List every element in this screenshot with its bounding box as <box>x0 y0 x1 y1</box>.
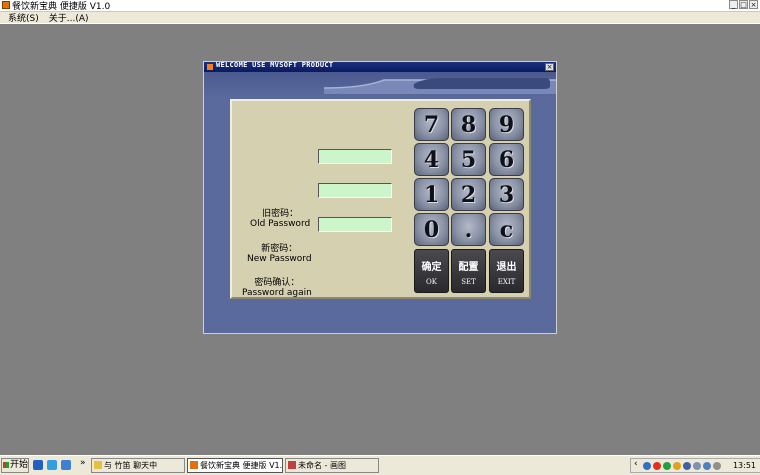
key-6[interactable]: 6 <box>489 143 524 176</box>
key-8-label: 8 <box>460 111 477 138</box>
window-controls: _ □ × <box>729 0 758 9</box>
exit-button[interactable]: 退出 EXIT <box>489 249 524 293</box>
dialog-app-icon <box>207 64 213 70</box>
key-8[interactable]: 8 <box>451 108 486 141</box>
set-button-label-zh: 配置 <box>458 262 479 273</box>
dialog-title: WELCOME USE MVSOFT PRODUCT <box>216 61 334 69</box>
ok-button[interactable]: 确定 OK <box>414 249 449 293</box>
ok-button-label-en: OK <box>426 278 437 286</box>
system-tray: ‹ 13:51 <box>630 458 760 473</box>
tray-expand-chevron[interactable]: ‹ <box>634 459 638 469</box>
dialog-title-bar[interactable]: WELCOME USE MVSOFT PRODUCT × <box>204 61 556 72</box>
paint-window-icon <box>288 461 296 469</box>
key-dot-label: . <box>464 216 473 243</box>
maximize-button[interactable]: □ <box>739 0 748 9</box>
app-icon <box>2 1 10 9</box>
password-dialog: WELCOME USE MVSOFT PRODUCT × 旧密码： Old Pa… <box>203 61 557 334</box>
key-7[interactable]: 7 <box>414 108 449 141</box>
key-5-label: 5 <box>460 146 477 173</box>
password-again-label-zh: 密码确认： <box>254 278 300 288</box>
set-button[interactable]: 配置 SET <box>451 249 486 293</box>
app-window-icon <box>190 461 198 469</box>
menu-bar: 系统(S) 关于...(A) <box>0 12 760 24</box>
messenger-icon[interactable] <box>47 460 57 470</box>
task-chat-label: 与 竹笛 聊天中 <box>104 461 158 470</box>
menu-system[interactable]: 系统(S) <box>8 11 39 24</box>
key-3[interactable]: 3 <box>489 178 524 211</box>
qq-icon[interactable] <box>663 462 671 470</box>
new-password-label-zh: 新密码： <box>261 244 298 254</box>
key-1[interactable]: 1 <box>414 178 449 211</box>
start-button[interactable]: 开始 <box>1 458 29 473</box>
exit-button-label-zh: 退出 <box>496 262 517 273</box>
key-4[interactable]: 4 <box>414 143 449 176</box>
key-6-label: 6 <box>498 146 515 173</box>
password-again-label-en: Password again <box>242 288 312 298</box>
key-2[interactable]: 2 <box>451 178 486 211</box>
new-password-label: 新密码： New Password <box>247 244 312 264</box>
usb-icon[interactable] <box>713 462 721 470</box>
key-clear[interactable]: c <box>489 213 524 246</box>
antivirus-icon[interactable] <box>653 462 661 470</box>
quick-launch-chevron[interactable]: » <box>80 458 86 468</box>
old-password-label-en: Old Password <box>250 219 311 229</box>
app-title-bar[interactable]: 餐饮新宝典 便捷版 V1.0 _ □ × <box>0 0 760 12</box>
key-0-label: 0 <box>423 216 440 243</box>
task-paint[interactable]: 未命名 - 画图 <box>285 458 379 473</box>
media-player-icon[interactable] <box>61 460 71 470</box>
old-password-input[interactable] <box>318 149 392 164</box>
ie-icon[interactable] <box>33 460 43 470</box>
new-password-label-en: New Password <box>247 254 312 264</box>
security-icon[interactable] <box>693 462 701 470</box>
task-restaurant-app-label: 餐饮新宝典 便捷版 V1.0 <box>200 461 283 470</box>
clock[interactable]: 13:51 <box>733 460 756 472</box>
exit-button-label-en: EXIT <box>497 278 516 286</box>
password-again-input[interactable] <box>318 217 392 232</box>
key-dot[interactable]: . <box>451 213 486 246</box>
dialog-close-button[interactable]: × <box>545 63 554 71</box>
key-0[interactable]: 0 <box>414 213 449 246</box>
close-button[interactable]: × <box>749 0 758 9</box>
ok-button-label-zh: 确定 <box>421 262 442 273</box>
key-9-label: 9 <box>498 111 515 138</box>
old-password-label-zh: 旧密码： <box>262 209 299 219</box>
minimize-button[interactable]: _ <box>729 0 738 9</box>
new-password-input[interactable] <box>318 183 392 198</box>
password-again-label: 密码确认： Password again <box>242 278 312 298</box>
decorative-curve <box>324 78 556 94</box>
chat-window-icon <box>94 461 102 469</box>
taskbar: 开始 » 与 竹笛 聊天中 餐饮新宝典 便捷版 V1.0 未命名 - 画图 ‹ … <box>0 455 760 475</box>
key-1-label: 1 <box>423 181 440 208</box>
set-button-label-en: SET <box>461 278 476 286</box>
display-icon[interactable] <box>703 462 711 470</box>
key-5[interactable]: 5 <box>451 143 486 176</box>
old-password-label: 旧密码： Old Password <box>250 209 310 229</box>
key-2-label: 2 <box>460 181 477 208</box>
task-restaurant-app[interactable]: 餐饮新宝典 便捷版 V1.0 <box>187 458 283 473</box>
key-7-label: 7 <box>423 111 440 138</box>
task-paint-label: 未命名 - 画图 <box>298 461 346 470</box>
key-4-label: 4 <box>423 146 440 173</box>
task-chat[interactable]: 与 竹笛 聊天中 <box>91 458 185 473</box>
key-9[interactable]: 9 <box>489 108 524 141</box>
key-3-label: 3 <box>498 181 515 208</box>
ime-icon[interactable] <box>673 462 681 470</box>
volume-icon[interactable] <box>683 462 691 470</box>
key-clear-label: c <box>499 216 514 243</box>
menu-about[interactable]: 关于...(A) <box>49 11 89 24</box>
network-icon[interactable] <box>643 462 651 470</box>
